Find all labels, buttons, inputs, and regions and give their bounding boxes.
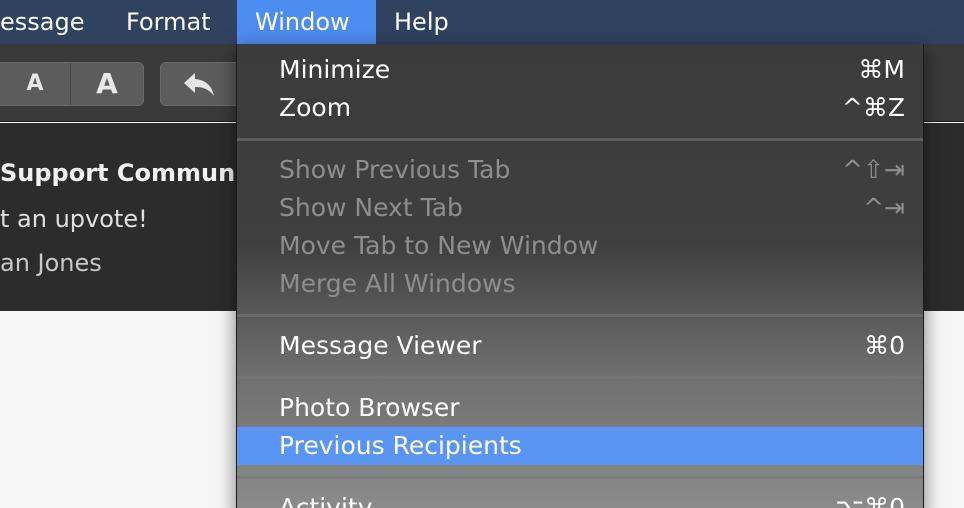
menu-item-previous-recipients[interactable]: Previous Recipients [237,427,923,465]
menu-item-message-viewer[interactable]: Message Viewer ⌘0 [237,327,923,365]
menu-format[interactable]: Format [108,0,229,44]
increase-font-button[interactable]: A [71,63,143,105]
menu-item-shortcut: ^⌘Z [841,93,905,122]
menu-item-label: Minimize [279,55,391,84]
message-from: an Jones [0,249,102,277]
menu-item-label: Message Viewer [279,331,482,360]
menu-item-shortcut: ^⇥ [863,193,905,222]
menu-item-photo-browser[interactable]: Photo Browser [237,389,923,427]
menu-item-label: Move Tab to New Window [279,231,599,260]
menu-item-label: Previous Recipients [279,431,522,460]
menu-bar: essage Format Window Help [0,0,964,44]
menu-item-label: Activity [279,493,373,508]
reply-icon [184,73,214,96]
menu-item-shortcut: ⌘0 [864,331,905,360]
menu-item-zoom[interactable]: Zoom ^⌘Z [237,89,923,127]
menu-item-activity[interactable]: Activity ⌥⌘0 [237,489,923,508]
menu-separator [237,376,923,379]
menu-item-label: Merge All Windows [279,269,516,298]
menu-separator [237,138,923,141]
menu-item-shortcut: ⌥⌘0 [835,493,905,508]
menu-item-show-next-tab[interactable]: Show Next Tab ^⇥ [237,189,923,227]
window-menu-dropdown: Minimize ⌘M Zoom ^⌘Z Show Previous Tab ^… [236,44,924,508]
menu-window[interactable]: Window [237,0,376,44]
menu-message[interactable]: essage [0,0,102,44]
menu-help[interactable]: Help [376,0,467,44]
menu-item-label: Zoom [279,93,352,122]
menu-item-move-tab-to-new-window[interactable]: Move Tab to New Window [237,227,923,265]
menu-separator [237,476,923,479]
font-size-group: A A [0,62,144,106]
message-snippet: t an upvote! [0,205,148,233]
menu-item-label: Show Previous Tab [279,155,511,184]
decrease-font-button[interactable]: A [1,63,69,105]
menu-item-shortcut: ^⇧⇥ [842,155,905,184]
message-subject: Support Communi [0,159,244,187]
menu-item-shortcut: ⌘M [858,55,905,84]
menu-separator [237,314,923,317]
menu-item-label: Photo Browser [279,393,460,422]
menu-item-minimize[interactable]: Minimize ⌘M [237,51,923,89]
menu-item-show-previous-tab[interactable]: Show Previous Tab ^⇧⇥ [237,151,923,189]
menu-item-label: Show Next Tab [279,193,463,222]
menu-item-merge-all-windows[interactable]: Merge All Windows [237,265,923,303]
